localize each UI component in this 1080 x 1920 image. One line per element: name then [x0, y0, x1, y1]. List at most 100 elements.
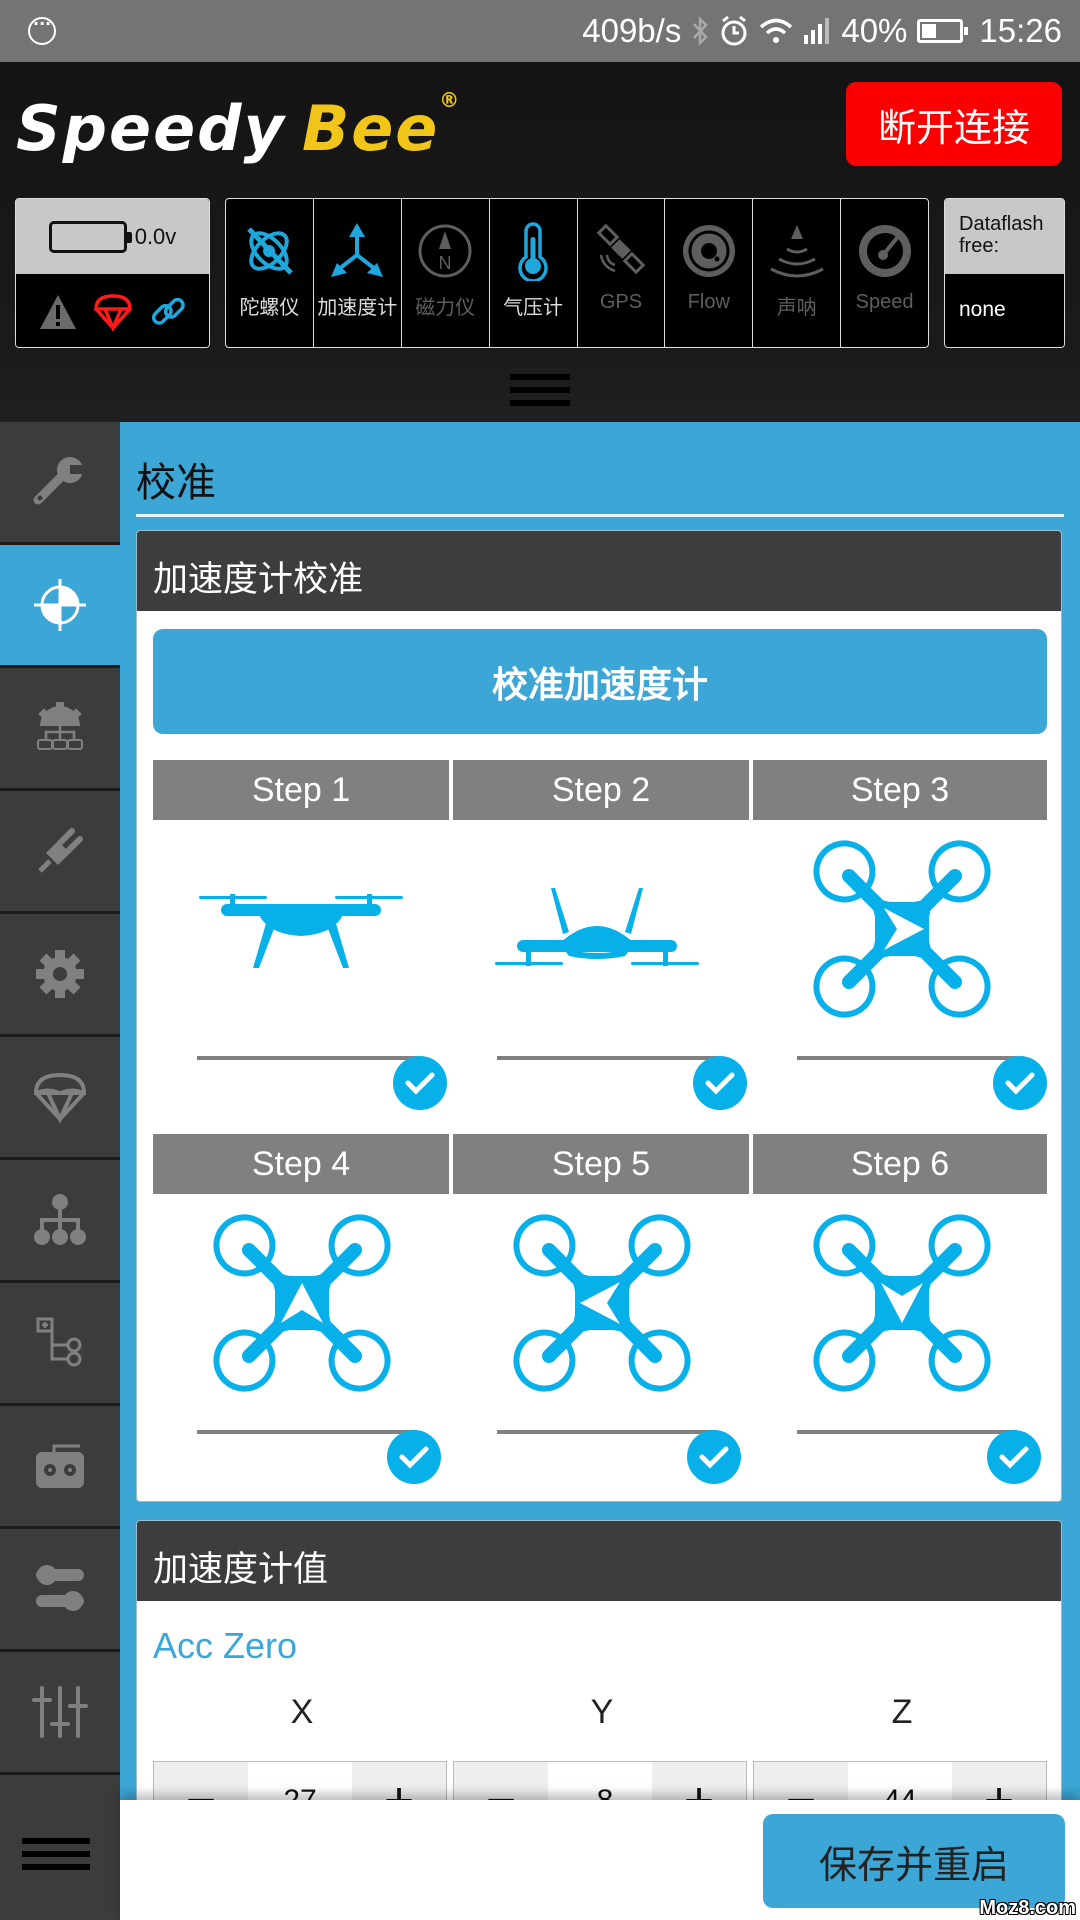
- acc-zero-z-stepper: − 44 +: [753, 1761, 1047, 1800]
- parachute-icon: [93, 293, 132, 331]
- step-2-check-icon: [693, 1056, 747, 1110]
- dataflash-label: Dataflash free:: [945, 199, 1064, 274]
- step-2-header: Step 2: [453, 760, 749, 820]
- step-6-panel: [753, 1194, 1051, 1501]
- axis-x-label: X: [290, 1693, 314, 1731]
- network-speed: 409b/s: [582, 12, 682, 49]
- accelerometer-values-card: 加速度计值 Acc Zero X Y Z − 27 + − -8 + − 44 …: [136, 1520, 1062, 1800]
- battery-voltage: 0.0v: [134, 223, 177, 249]
- accelerometer-icon: [331, 223, 384, 277]
- dataflash-value: none: [945, 274, 1064, 347]
- increment-z-button[interactable]: +: [952, 1762, 1046, 1800]
- step-5-check-icon: [687, 1430, 741, 1484]
- sidebar-item-calibration[interactable]: [0, 545, 120, 668]
- gps-satellite-icon: [596, 223, 646, 275]
- drone-top-arrow-up-icon: [209, 1210, 395, 1396]
- step-2-panel: [453, 820, 751, 1134]
- more-icon: [28, 14, 56, 45]
- step-6-progress-track: [797, 1430, 1017, 1434]
- step-5-progress-track: [497, 1430, 717, 1434]
- status-bar: 409b/s 40% 15:26: [0, 0, 1080, 62]
- sidebar-item-settings[interactable]: [0, 914, 120, 1037]
- sidebar-item-aux[interactable]: [0, 1529, 120, 1652]
- sidebar: [0, 422, 120, 1920]
- sidebar-item-configuration[interactable]: [0, 668, 120, 791]
- increment-y-button[interactable]: +: [652, 1762, 746, 1800]
- adjustments-tree-icon: [36, 1317, 82, 1367]
- sensor-barometer: 气压计: [490, 199, 578, 347]
- step-3-panel: [753, 820, 1051, 1134]
- battery-status-panel: 0.0v: [15, 198, 210, 348]
- hierarchy-icon: [34, 1194, 86, 1245]
- logo-text-bee: Bee: [301, 92, 440, 165]
- calibrate-accelerometer-button[interactable]: 校准加速度计: [153, 629, 1047, 734]
- gear-icon: [36, 950, 84, 998]
- step-6-check-icon: [987, 1430, 1041, 1484]
- sidebar-item-adjustments[interactable]: [0, 1283, 120, 1406]
- sidebar-item-receiver[interactable]: [0, 1406, 120, 1529]
- step-4-progress-track: [197, 1430, 417, 1434]
- step-1-progress-track: [197, 1056, 417, 1060]
- save-and-reboot-button[interactable]: 保存并重启: [763, 1814, 1065, 1908]
- axis-y-label: Y: [590, 1693, 614, 1731]
- battery-icon: [917, 19, 969, 43]
- battery-percent: 40%: [841, 12, 908, 49]
- increment-x-button[interactable]: +: [352, 1762, 446, 1800]
- sidebar-item-ports[interactable]: [0, 791, 120, 914]
- sensor-sonar: 声呐: [753, 199, 842, 347]
- calibration-target-icon: [34, 579, 86, 631]
- plug-icon: [38, 828, 83, 873]
- sensor-label: Speed: [855, 291, 914, 313]
- watermark: Moz8.com: [979, 1897, 1076, 1919]
- drone-top-arrow-right-icon: [809, 836, 995, 1022]
- toggles-icon: [36, 1565, 84, 1611]
- step-3-check-icon: [993, 1056, 1047, 1110]
- sensor-label: GPS: [599, 291, 643, 313]
- acc-zero-y-input[interactable]: -8: [548, 1762, 652, 1800]
- acc-zero-z-input[interactable]: 44: [848, 1762, 952, 1800]
- card-title: 加速度计校准: [137, 531, 1061, 611]
- signal-icon: [804, 18, 830, 44]
- drone-level-side-icon: [199, 894, 403, 968]
- configuration-gear-icon: [37, 702, 83, 750]
- sidebar-item-modes[interactable]: [0, 1160, 120, 1283]
- sensor-magnetometer: N 磁力仪: [402, 199, 490, 347]
- sliders-icon: [32, 1686, 88, 1738]
- sidebar-item-tuning[interactable]: [0, 1652, 120, 1775]
- remote-controller-icon: [36, 1444, 84, 1488]
- sensor-status-bar: 陀螺仪 加速度计 N 磁力仪 气压计 GPS Flow 声呐 Speed: [225, 198, 929, 348]
- main-content: 校准 加速度计校准 校准加速度计 Step 1 Step 2 Step 3 St…: [120, 422, 1080, 1800]
- step-1-check-icon: [393, 1056, 447, 1110]
- sensor-gyroscope: 陀螺仪: [226, 199, 314, 347]
- header-menu-icon[interactable]: [510, 374, 570, 414]
- accelerometer-calibration-card: 加速度计校准 校准加速度计 Step 1 Step 2 Step 3 Step …: [136, 530, 1062, 1502]
- sensor-speed: Speed: [841, 199, 928, 347]
- decrement-z-button[interactable]: −: [754, 1762, 848, 1800]
- acc-zero-x-input[interactable]: 27: [248, 1762, 352, 1800]
- svg-text:N: N: [439, 253, 452, 273]
- sidebar-item-setup[interactable]: [0, 422, 120, 545]
- acc-zero-label: Acc Zero: [153, 1625, 298, 1666]
- disconnect-button[interactable]: 断开连接: [846, 82, 1062, 166]
- sensor-label: 陀螺仪: [239, 297, 300, 319]
- step-4-header: Step 4: [153, 1134, 449, 1194]
- sidebar-item-failsafe[interactable]: [0, 1037, 120, 1160]
- decrement-y-button[interactable]: −: [454, 1762, 548, 1800]
- compass-icon: N: [418, 224, 472, 278]
- sidebar-menu-icon[interactable]: [22, 1838, 90, 1878]
- bluetooth-icon: [693, 15, 709, 47]
- decrement-x-button[interactable]: −: [154, 1762, 248, 1800]
- step-4-check-icon: [387, 1430, 441, 1484]
- sensor-label: 磁力仪: [415, 297, 476, 319]
- optical-flow-icon: [682, 225, 735, 277]
- step-3-header: Step 3: [753, 760, 1047, 820]
- drone-top-arrow-left-icon: [509, 1210, 695, 1396]
- dataflash-panel: Dataflash free: none: [944, 198, 1065, 348]
- alarm-icon: [721, 15, 747, 46]
- registered-mark: ®: [439, 88, 462, 112]
- sensor-label: 气压计: [503, 297, 564, 319]
- wrench-icon: [33, 457, 86, 505]
- page-title: 校准: [136, 460, 216, 506]
- card-title: 加速度计值: [137, 1521, 1061, 1601]
- title-divider: [136, 514, 1064, 517]
